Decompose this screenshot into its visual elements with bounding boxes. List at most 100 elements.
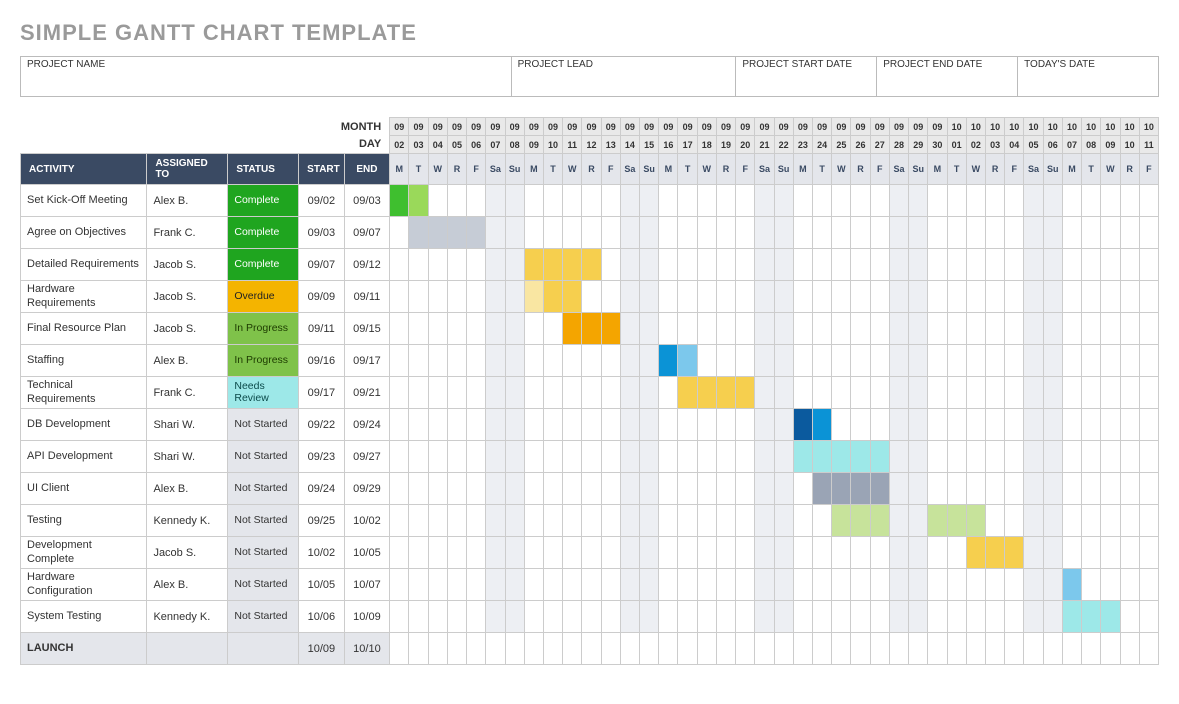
gantt-bar-cell[interactable] (582, 249, 601, 281)
task-assigned[interactable]: Jacob S. (147, 313, 228, 345)
task-activity[interactable]: Testing (21, 505, 147, 537)
task-row[interactable]: TestingKennedy K.Not Started09/2510/02 (21, 505, 1159, 537)
project-start-box[interactable]: PROJECT START DATE (735, 56, 876, 97)
task-start[interactable]: 09/24 (299, 473, 345, 505)
task-start[interactable]: 09/23 (299, 441, 345, 473)
gantt-bar-cell[interactable] (447, 217, 466, 249)
gantt-bar-cell[interactable] (947, 505, 966, 537)
task-row[interactable]: Final Resource PlanJacob S.In Progress 09… (21, 313, 1159, 345)
task-activity[interactable]: System Testing (21, 601, 147, 633)
task-end[interactable]: 09/11 (344, 281, 390, 313)
task-status[interactable]: Not Started (228, 441, 299, 473)
task-assigned[interactable]: Jacob S. (147, 537, 228, 569)
task-end[interactable]: 09/24 (344, 409, 390, 441)
task-status[interactable]: Not Started (228, 473, 299, 505)
task-activity[interactable]: Set Kick-Off Meeting (21, 185, 147, 217)
gantt-bar-cell[interactable] (1082, 601, 1101, 633)
task-row[interactable]: Hardware ConfigurationAlex B.Not Started… (21, 569, 1159, 601)
task-row[interactable]: Detailed RequirementsJacob S.Complete09/… (21, 249, 1159, 281)
gantt-bar-cell[interactable] (1005, 537, 1024, 569)
task-end[interactable]: 09/29 (344, 473, 390, 505)
gantt-bar-cell[interactable] (467, 217, 486, 249)
project-lead-input[interactable] (512, 72, 736, 96)
task-assigned[interactable]: Jacob S. (147, 249, 228, 281)
task-activity[interactable]: Technical Requirements (21, 377, 147, 409)
task-end[interactable]: 09/21 (344, 377, 390, 409)
task-assigned[interactable]: Alex B. (147, 185, 228, 217)
gantt-bar-cell[interactable] (563, 249, 582, 281)
task-status[interactable]: Not Started (228, 601, 299, 633)
gantt-bar-cell[interactable] (659, 345, 678, 377)
task-status[interactable]: Not Started (228, 505, 299, 537)
gantt-bar-cell[interactable] (486, 249, 505, 281)
task-activity[interactable]: Development Complete (21, 537, 147, 569)
task-assigned[interactable]: Alex B. (147, 473, 228, 505)
task-end[interactable]: 09/12 (344, 249, 390, 281)
gantt-bar-cell[interactable] (1024, 537, 1043, 569)
task-activity[interactable]: Detailed Requirements (21, 249, 147, 281)
task-assigned[interactable]: Frank C. (147, 217, 228, 249)
gantt-bar-cell[interactable] (1101, 601, 1120, 633)
gantt-bar-cell[interactable] (736, 377, 755, 409)
task-end[interactable]: 10/09 (344, 601, 390, 633)
project-end-box[interactable]: PROJECT END DATE (876, 56, 1017, 97)
task-status[interactable]: Complete (228, 217, 299, 249)
task-assigned[interactable]: Kennedy K. (147, 505, 228, 537)
gantt-bar-cell[interactable] (966, 505, 985, 537)
gantt-bar-cell[interactable] (505, 249, 524, 281)
gantt-bar-cell[interactable] (870, 505, 889, 537)
task-start[interactable]: 10/02 (299, 537, 345, 569)
gantt-bar-cell[interactable] (793, 441, 812, 473)
task-assigned[interactable] (147, 633, 228, 665)
gantt-bar-cell[interactable] (966, 537, 985, 569)
gantt-bar-cell[interactable] (1024, 569, 1043, 601)
task-row[interactable]: API DevelopmentShari W.Not Started09/230… (21, 441, 1159, 473)
task-end[interactable]: 10/10 (344, 633, 390, 665)
task-end[interactable]: 09/15 (344, 313, 390, 345)
task-activity[interactable]: Hardware Configuration (21, 569, 147, 601)
task-start[interactable]: 09/25 (299, 505, 345, 537)
gantt-bar-cell[interactable] (832, 441, 851, 473)
gantt-bar-cell[interactable] (813, 441, 832, 473)
task-row[interactable]: Hardware RequirementsJacob S.Overdue09/0… (21, 281, 1159, 313)
gantt-bar-cell[interactable] (832, 473, 851, 505)
gantt-bar-cell[interactable] (889, 473, 908, 505)
gantt-bar-cell[interactable] (851, 473, 870, 505)
gantt-bar-cell[interactable] (640, 313, 659, 345)
gantt-bar-cell[interactable] (563, 281, 582, 313)
gantt-bar-cell[interactable] (524, 249, 543, 281)
gantt-bar-cell[interactable] (620, 313, 639, 345)
project-lead-box[interactable]: PROJECT LEAD (511, 56, 736, 97)
task-row[interactable]: Set Kick-Off MeetingAlex B.Complete09/02… (21, 185, 1159, 217)
gantt-bar-cell[interactable] (1043, 569, 1062, 601)
gantt-bar-cell[interactable] (985, 537, 1004, 569)
task-status[interactable]: Complete (228, 185, 299, 217)
task-status[interactable]: In Progress (228, 313, 299, 345)
task-activity[interactable]: Final Resource Plan (21, 313, 147, 345)
task-start[interactable]: 09/16 (299, 345, 345, 377)
gantt-bar-cell[interactable] (678, 377, 697, 409)
gantt-bar-cell[interactable] (870, 441, 889, 473)
task-row[interactable]: UI ClientAlex B.Not Started09/2409/29 (21, 473, 1159, 505)
task-end[interactable]: 09/03 (344, 185, 390, 217)
task-status[interactable]: Not Started (228, 537, 299, 569)
task-row[interactable]: Agree on ObjectivesFrank C.Complete09/03… (21, 217, 1159, 249)
gantt-bar-cell[interactable] (832, 505, 851, 537)
project-end-input[interactable] (877, 72, 1017, 96)
gantt-bar-cell[interactable] (851, 441, 870, 473)
task-end[interactable]: 09/27 (344, 441, 390, 473)
task-row[interactable]: Technical RequirementsFrank C.Needs Revi… (21, 377, 1159, 409)
task-activity[interactable]: Staffing (21, 345, 147, 377)
gantt-bar-cell[interactable] (870, 473, 889, 505)
gantt-bar-cell[interactable] (716, 377, 735, 409)
task-end[interactable]: 10/05 (344, 537, 390, 569)
project-name-box[interactable]: PROJECT NAME (20, 56, 511, 97)
task-start[interactable]: 09/07 (299, 249, 345, 281)
task-end[interactable]: 09/17 (344, 345, 390, 377)
gantt-bar-cell[interactable] (755, 377, 774, 409)
gantt-bar-cell[interactable] (524, 281, 543, 313)
gantt-bar-cell[interactable] (851, 505, 870, 537)
gantt-bar-cell[interactable] (563, 313, 582, 345)
gantt-bar-cell[interactable] (1043, 601, 1062, 633)
gantt-bar-cell[interactable] (1101, 633, 1120, 665)
